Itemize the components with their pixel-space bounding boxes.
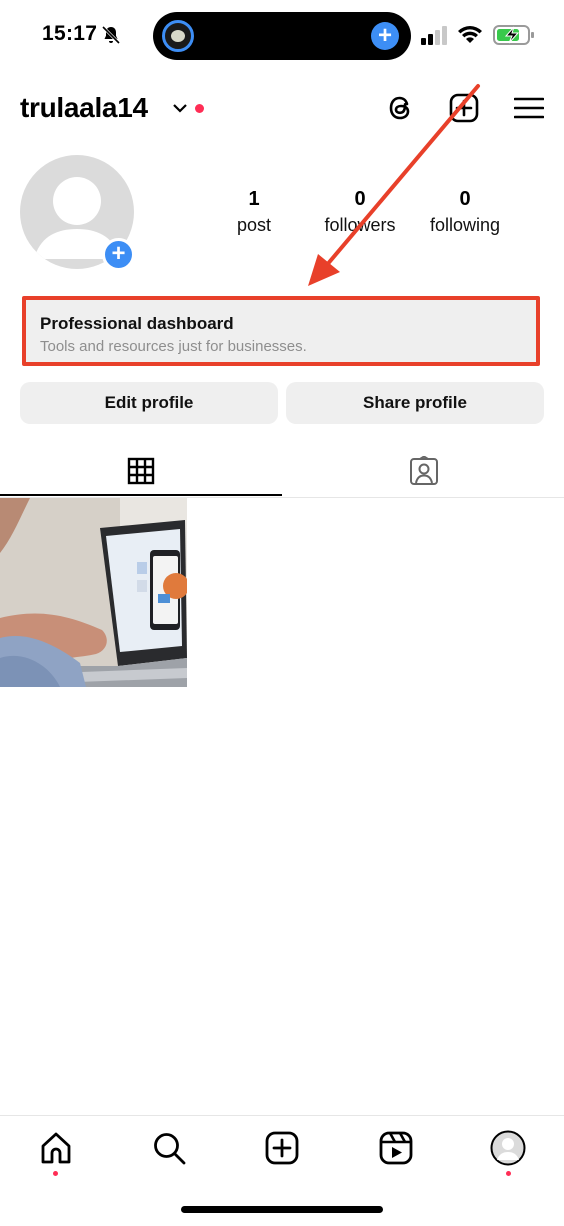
tab-tagged[interactable] bbox=[282, 446, 564, 498]
stat-posts[interactable]: 1 post bbox=[232, 188, 276, 236]
stat-following-label: following bbox=[429, 215, 501, 235]
home-icon[interactable] bbox=[38, 1130, 74, 1166]
create-post-icon[interactable] bbox=[449, 92, 479, 124]
threads-icon[interactable] bbox=[386, 92, 416, 124]
plus-icon: + bbox=[371, 22, 399, 50]
edit-profile-button[interactable]: Edit profile bbox=[20, 382, 278, 424]
battery-charging-icon bbox=[493, 25, 534, 45]
menu-icon[interactable] bbox=[514, 92, 544, 124]
stat-posts-label: post bbox=[236, 215, 272, 235]
grid-icon bbox=[127, 457, 155, 485]
laptop-photo bbox=[0, 498, 187, 687]
dynamic-island: + bbox=[153, 12, 411, 60]
status-time: 15:17 bbox=[42, 22, 98, 45]
pro-dashboard-subtitle: Tools and resources just for businesses. bbox=[40, 338, 307, 355]
create-icon[interactable] bbox=[264, 1130, 300, 1166]
username[interactable]: trulaala14 bbox=[20, 92, 148, 124]
post-thumbnail[interactable] bbox=[0, 498, 187, 687]
share-profile-button[interactable]: Share profile bbox=[286, 382, 544, 424]
stat-posts-count: 1 bbox=[248, 188, 260, 210]
stat-followers-count: 0 bbox=[354, 188, 366, 210]
search-icon[interactable] bbox=[151, 1130, 187, 1166]
stat-followers[interactable]: 0 followers bbox=[318, 188, 402, 236]
notification-dot bbox=[195, 104, 204, 113]
wifi-icon bbox=[458, 26, 482, 43]
profile-header: trulaala14 bbox=[0, 80, 564, 140]
stat-following[interactable]: 0 following bbox=[422, 188, 508, 236]
status-bar: 15:17 + bbox=[0, 0, 564, 72]
chevron-down-icon[interactable] bbox=[172, 102, 188, 114]
professional-dashboard[interactable]: Professional dashboard Tools and resourc… bbox=[22, 296, 540, 366]
active-tab-indicator bbox=[0, 494, 282, 496]
reels-icon[interactable] bbox=[378, 1130, 414, 1166]
stat-following-count: 0 bbox=[459, 188, 471, 210]
pro-dashboard-title: Professional dashboard bbox=[40, 314, 234, 333]
signal-icon bbox=[421, 26, 447, 45]
profile-avatar-icon[interactable] bbox=[490, 1130, 526, 1166]
tagged-icon bbox=[410, 456, 438, 485]
home-indicator bbox=[181, 1206, 383, 1213]
tab-grid[interactable] bbox=[0, 446, 282, 498]
home-notification-dot bbox=[53, 1171, 58, 1176]
profile-notification-dot bbox=[506, 1171, 511, 1176]
stat-followers-label: followers bbox=[324, 215, 396, 235]
live-activity-icon bbox=[162, 20, 194, 52]
add-story-button[interactable]: + bbox=[102, 238, 135, 271]
bell-muted-icon bbox=[101, 25, 121, 45]
